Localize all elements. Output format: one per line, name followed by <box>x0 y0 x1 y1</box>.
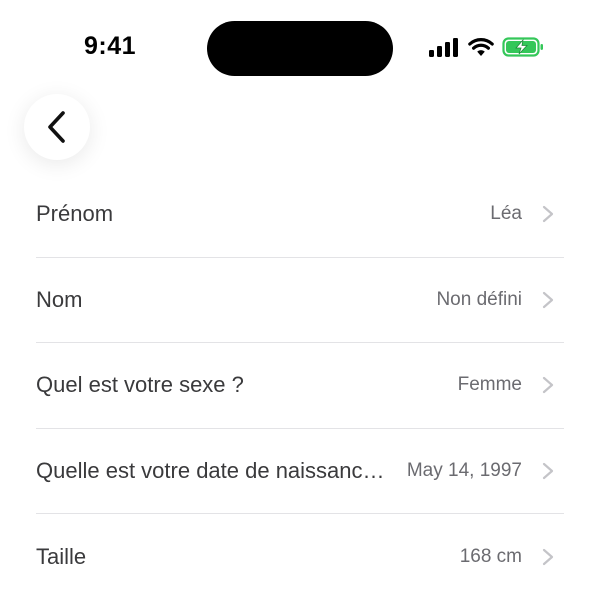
field-label: Nom <box>36 286 83 312</box>
chevron-right-icon <box>542 377 554 394</box>
status-icons <box>428 36 544 58</box>
field-value: May 14, 1997 <box>406 459 522 481</box>
chevron-right-icon <box>542 462 554 479</box>
status-bar: 9:41 <box>0 0 600 96</box>
chevron-right-icon <box>542 291 554 308</box>
field-value: Léa <box>490 203 522 225</box>
field-label: Prénom <box>36 201 114 227</box>
field-row-birthdate[interactable]: Quelle est votre date de naissance ? May… <box>36 429 564 514</box>
back-button[interactable] <box>24 94 90 160</box>
field-row-height[interactable]: Taille 168 cm <box>36 514 564 598</box>
field-row-sex[interactable]: Quel est votre sexe ? Femme <box>36 343 564 429</box>
chevron-right-icon <box>542 206 554 223</box>
profile-fields-list: Prénom Léa Nom Non défini Quel est votre… <box>36 172 564 598</box>
cellular-signal-icon <box>429 38 458 57</box>
chevron-left-icon <box>48 111 65 143</box>
field-label: Taille <box>36 543 87 569</box>
field-value: Femme <box>457 374 522 396</box>
field-row-last-name[interactable]: Nom Non défini <box>36 258 564 343</box>
chevron-right-icon <box>542 548 554 565</box>
field-value: Non défini <box>436 288 522 310</box>
dynamic-island <box>207 21 393 76</box>
field-row-first-name[interactable]: Prénom Léa <box>36 172 564 258</box>
field-label: Quelle est votre date de naissance ? <box>36 457 391 483</box>
wifi-icon <box>468 38 494 56</box>
field-label: Quel est votre sexe ? <box>36 372 244 398</box>
battery-charging-icon <box>502 37 543 57</box>
status-time: 9:41 <box>84 32 137 60</box>
field-value: 168 cm <box>459 545 522 567</box>
